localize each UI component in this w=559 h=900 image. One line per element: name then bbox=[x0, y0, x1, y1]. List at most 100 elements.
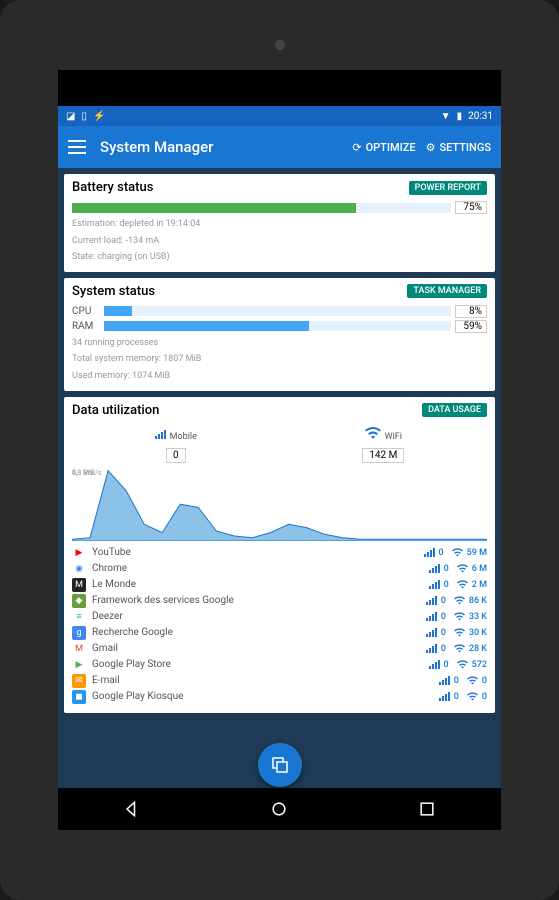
cell-icon bbox=[439, 676, 450, 685]
mobile-value: 0 bbox=[166, 448, 186, 463]
cell-icon bbox=[429, 580, 440, 589]
app-row[interactable]: ▶YouTube059 M bbox=[72, 545, 487, 561]
app-mobile-value: 0 bbox=[454, 676, 459, 686]
data-title: Data utilization bbox=[72, 403, 159, 418]
app-wifi-value: 2 M bbox=[472, 580, 487, 590]
notification-icon: ◪ bbox=[66, 111, 75, 122]
app-mobile-value: 0 bbox=[441, 612, 446, 622]
wifi-icon bbox=[467, 676, 478, 685]
tablet-frame: ◪ ▯ ⚡ ▼ ▮ 20:31 System Manager ⟳ OPTIMIZ… bbox=[0, 0, 559, 900]
wifi-icon bbox=[457, 564, 468, 573]
battery-card[interactable]: Battery status POWER REPORT 75% Estimati… bbox=[64, 174, 495, 272]
app-icon: ✉ bbox=[72, 674, 86, 688]
app-row[interactable]: g Recherche Google 030 K bbox=[72, 625, 487, 641]
device-icon: ▯ bbox=[81, 111, 87, 122]
tablet-screen-shell: ◪ ▯ ⚡ ▼ ▮ 20:31 System Manager ⟳ OPTIMIZ… bbox=[58, 70, 501, 830]
wifi-icon bbox=[467, 692, 478, 701]
app-row[interactable]: ◆ Framework des services Google 0 86 K bbox=[72, 593, 487, 609]
system-card[interactable]: System status TASK MANAGER CPU 8% RAM bbox=[64, 278, 495, 391]
fab-button[interactable] bbox=[258, 743, 302, 787]
battery-progress-bar bbox=[72, 203, 451, 213]
status-bar: ◪ ▯ ⚡ ▼ ▮ 20:31 bbox=[58, 106, 501, 126]
app-stats: 0 2 M bbox=[429, 580, 487, 590]
app-row[interactable]: ✉E-mail00 bbox=[72, 673, 487, 689]
mobile-data-stat: Mobile 0 bbox=[155, 424, 197, 463]
cellular-icon bbox=[155, 430, 166, 439]
nav-recent-button[interactable] bbox=[416, 798, 438, 820]
wifi-icon bbox=[454, 644, 465, 653]
ram-label: RAM bbox=[72, 321, 100, 332]
app-data-list: ▶YouTube059 M◉Chrome06 MMLe Monde02 M◆Fr… bbox=[72, 545, 487, 705]
app-mobile-value: 0 bbox=[444, 580, 449, 590]
power-report-badge[interactable]: POWER REPORT bbox=[409, 181, 487, 195]
fab-bar bbox=[58, 742, 501, 788]
app-mobile-value: 0 bbox=[441, 628, 446, 638]
app-row[interactable]: ▶Google Play Store0572 bbox=[72, 657, 487, 673]
nav-home-button[interactable] bbox=[268, 798, 290, 820]
app-icon: ◆ bbox=[72, 594, 86, 608]
app-name: Gmail bbox=[92, 643, 420, 654]
cell-icon bbox=[426, 596, 437, 605]
battery-percent: 75% bbox=[455, 201, 487, 214]
wifi-value: 142 M bbox=[362, 448, 404, 463]
optimize-label: OPTIMIZE bbox=[366, 141, 416, 154]
app-name: E-mail bbox=[92, 675, 433, 686]
app-stats: 028 K bbox=[426, 644, 487, 654]
app-mobile-value: 0 bbox=[441, 596, 446, 606]
app-stats: 00 bbox=[439, 676, 487, 686]
nav-back-button[interactable] bbox=[121, 798, 143, 820]
app-stats: 0 86 K bbox=[426, 596, 487, 606]
settings-button[interactable]: ⚙ SETTINGS bbox=[426, 141, 491, 154]
wifi-icon bbox=[365, 427, 381, 439]
cpu-percent: 8% bbox=[455, 305, 487, 318]
app-bar: System Manager ⟳ OPTIMIZE ⚙ SETTINGS bbox=[58, 126, 501, 168]
app-row[interactable]: M Gmail 028 K bbox=[72, 641, 487, 657]
cell-icon bbox=[429, 564, 440, 573]
wifi-icon bbox=[454, 596, 465, 605]
charging-icon: ⚡ bbox=[93, 111, 105, 122]
app-row[interactable]: ≡Deezer033 K bbox=[72, 609, 487, 625]
app-mobile-value: 0 bbox=[439, 548, 444, 558]
cpu-progress-bar bbox=[104, 306, 451, 316]
chart-area bbox=[72, 469, 487, 541]
app-icon: g bbox=[72, 626, 86, 640]
task-manager-badge[interactable]: TASK MANAGER bbox=[407, 284, 487, 298]
app-name: YouTube bbox=[92, 547, 418, 558]
app-wifi-value: 572 bbox=[472, 660, 487, 670]
hamburger-menu-icon[interactable] bbox=[68, 140, 86, 154]
app-wifi-value: 0 bbox=[482, 676, 487, 686]
app-mobile-value: 0 bbox=[454, 692, 459, 702]
app-name: Framework des services Google bbox=[92, 595, 420, 606]
app-stats: 06 M bbox=[429, 564, 487, 574]
status-time: 20:31 bbox=[468, 111, 493, 122]
app-row[interactable]: MLe Monde02 M bbox=[72, 577, 487, 593]
wifi-icon bbox=[454, 628, 465, 637]
app-wifi-value: 86 K bbox=[469, 596, 487, 606]
system-used-mem: Used memory: 1074 MiB bbox=[72, 370, 487, 383]
battery-title: Battery status bbox=[72, 180, 153, 195]
app-row[interactable]: ◉Chrome06 M bbox=[72, 561, 487, 577]
app-row[interactable]: ◼Google Play Kiosque00 bbox=[72, 689, 487, 705]
app-wifi-value: 28 K bbox=[469, 644, 487, 654]
wifi-icon bbox=[457, 580, 468, 589]
cell-icon bbox=[424, 548, 435, 557]
data-card[interactable]: Data utilization DATA USAGE Mobile 0 bbox=[64, 397, 495, 713]
screen: ◪ ▯ ⚡ ▼ ▮ 20:31 System Manager ⟳ OPTIMIZ… bbox=[58, 106, 501, 788]
battery-status-icon: ▮ bbox=[457, 111, 463, 122]
app-icon: M bbox=[72, 578, 86, 592]
wifi-icon bbox=[454, 612, 465, 621]
app-name: Recherche Google bbox=[92, 627, 420, 638]
app-icon: M bbox=[72, 642, 86, 656]
content-area[interactable]: Battery status POWER REPORT 75% Estimati… bbox=[58, 168, 501, 742]
app-icon: ▶ bbox=[72, 546, 86, 560]
battery-estimation: Estimation: depleted in 19:14:04 bbox=[72, 218, 487, 231]
app-name: Chrome bbox=[92, 563, 423, 574]
app-stats: 030 K bbox=[426, 628, 487, 638]
status-bar-right: ▼ ▮ 20:31 bbox=[441, 111, 493, 122]
data-usage-badge[interactable]: DATA USAGE bbox=[422, 403, 487, 417]
status-bar-left: ◪ ▯ ⚡ bbox=[66, 111, 105, 122]
navigation-bar bbox=[58, 788, 501, 830]
app-wifi-value: 6 M bbox=[472, 564, 487, 574]
optimize-button[interactable]: ⟳ OPTIMIZE bbox=[352, 141, 415, 154]
cell-icon bbox=[429, 660, 440, 669]
